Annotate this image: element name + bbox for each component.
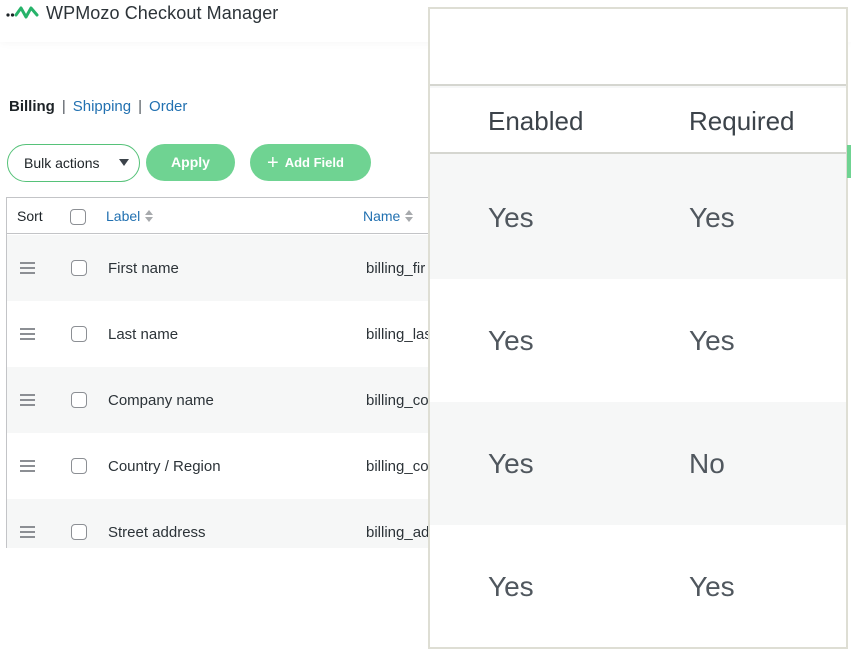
required-value: Yes [689, 571, 735, 602]
row-checkbox[interactable] [71, 458, 87, 474]
drag-handle-icon[interactable] [20, 328, 35, 343]
zoom-row: Yes Yes [430, 279, 846, 402]
column-sort: Sort [17, 208, 43, 224]
select-all-checkbox[interactable] [70, 209, 86, 225]
checkbox-box [71, 524, 87, 540]
drag-handle-icon[interactable] [20, 262, 35, 277]
table-header: Sort Label Name [7, 198, 435, 234]
drag-handle-icon[interactable] [20, 526, 35, 541]
field-name: billing_fir [366, 260, 426, 277]
sort-arrows-icon [145, 210, 154, 222]
enabled-value: Yes [488, 448, 534, 479]
sort-arrows-icon [405, 210, 414, 222]
table-row: Company name billing_co [7, 367, 435, 433]
wpmozo-logo-icon [6, 6, 39, 19]
tab-separator: | [138, 98, 143, 115]
section-tabs: Billing | Shipping | Order [9, 98, 187, 115]
drag-handle-icon[interactable] [20, 460, 35, 475]
drag-handle-icon[interactable] [20, 394, 35, 409]
column-label-sortable[interactable]: Label [106, 208, 154, 224]
bulk-actions-label: Bulk actions [24, 155, 100, 171]
enabled-value: Yes [488, 571, 534, 602]
field-name: billing_co [366, 458, 429, 475]
zoom-row: Yes Yes [430, 525, 846, 647]
field-label: Last name [108, 326, 179, 343]
app-title: WPMozo Checkout Manager [46, 3, 279, 23]
table-row: Last name billing_las [7, 301, 435, 367]
checkbox-box [71, 326, 87, 342]
field-label: Street address [108, 524, 206, 541]
tab-separator: | [61, 98, 66, 115]
table-row: Street address billing_ad [7, 499, 435, 548]
checkbox-box [71, 392, 87, 408]
enabled-value: Yes [488, 325, 534, 356]
column-enabled: Enabled [488, 106, 584, 136]
checkbox-box [71, 260, 87, 276]
field-label: First name [108, 260, 179, 277]
fields-table: Sort Label Name First name billing_fir L… [6, 197, 436, 548]
edge-tab [847, 145, 851, 178]
caret-down-icon [119, 159, 129, 166]
table-row: Country / Region billing_co [7, 433, 435, 499]
field-label: Company name [108, 392, 214, 409]
tab-billing[interactable]: Billing [9, 98, 55, 115]
field-name: billing_co [366, 392, 429, 409]
required-value: Yes [689, 202, 735, 233]
row-checkbox[interactable] [71, 524, 87, 540]
apply-button[interactable]: Apply [146, 144, 235, 181]
column-name: Name [363, 208, 401, 224]
plus-icon: + [267, 152, 279, 174]
table-row: First name billing_fir [7, 235, 435, 301]
column-required: Required [689, 106, 795, 136]
field-name: billing_ad [366, 524, 430, 541]
checkbox-box [71, 458, 87, 474]
zoomed-columns-panel: Enabled Required Yes Yes Yes Yes Yes No … [428, 7, 848, 649]
field-label: Country / Region [108, 458, 221, 475]
zoom-panel-top [430, 9, 846, 86]
required-value: No [689, 448, 725, 479]
tab-order[interactable]: Order [149, 98, 187, 115]
row-checkbox[interactable] [71, 326, 87, 342]
zoom-header-row: Enabled Required [430, 88, 846, 154]
checkbox-box [70, 209, 86, 225]
field-name: billing_las [366, 326, 432, 343]
add-field-label: Add Field [284, 155, 344, 170]
add-field-button[interactable]: + Add Field [250, 144, 371, 181]
tab-shipping[interactable]: Shipping [73, 98, 131, 115]
enabled-value: Yes [488, 202, 534, 233]
row-checkbox[interactable] [71, 260, 87, 276]
column-label: Label [106, 208, 141, 224]
required-value: Yes [689, 325, 735, 356]
row-checkbox[interactable] [71, 392, 87, 408]
zoom-row: Yes No [430, 402, 846, 525]
zoom-row: Yes Yes [430, 156, 846, 279]
bulk-actions-select[interactable]: Bulk actions [7, 144, 140, 182]
column-name-sortable[interactable]: Name [363, 208, 414, 224]
